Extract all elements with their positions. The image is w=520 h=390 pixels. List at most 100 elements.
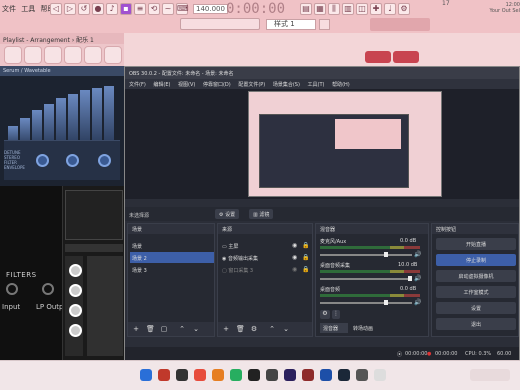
start-streaming-button[interactable]: 开始直播 [436, 238, 516, 250]
virtual-camera-button[interactable]: 启动虚拟摄像机 [436, 270, 516, 282]
speaker-mute-icon[interactable]: 🔊 [414, 275, 421, 282]
visibility-eye-icon[interactable]: ◉ [292, 266, 297, 273]
illustrator-icon[interactable] [284, 369, 296, 381]
transitions-tab[interactable]: 转场动画 [350, 323, 386, 333]
source-settings-button[interactable]: ⚙ 设置 [215, 209, 240, 219]
steam-icon[interactable] [338, 369, 350, 381]
filter-scene-icon[interactable]: ▢ [160, 325, 168, 333]
exit-button[interactable]: 退出 [436, 318, 516, 330]
fl-menu-item[interactable]: 工具 [21, 5, 35, 13]
volume-slider[interactable] [320, 276, 412, 281]
app-icon[interactable] [230, 369, 242, 381]
playlist-area[interactable] [124, 33, 520, 67]
playlist-title-bar[interactable]: Playlist - Arrangement › 配乐 1 [0, 33, 124, 44]
obs-menu-item[interactable]: 视图(V) [178, 82, 195, 88]
pattern-cell[interactable] [84, 46, 102, 64]
metronome-icon[interactable]: ♪ [106, 3, 118, 15]
obs-menu-item[interactable]: 帮助(H) [332, 82, 350, 88]
volume-slider[interactable] [320, 300, 412, 305]
typing-keyboard-icon[interactable]: ⌨ [176, 3, 189, 15]
mixer-settings-icon[interactable]: ⚙ [320, 310, 330, 319]
view-piano-roll-icon[interactable]: ▦ [314, 3, 326, 15]
settings-icon[interactable]: ⚙ [398, 3, 410, 15]
app-icon[interactable] [158, 369, 170, 381]
add-source-icon[interactable]: + [222, 325, 230, 333]
synth-header[interactable]: Serum / Wavetable [0, 66, 124, 76]
speaker-mute-icon[interactable]: 🔊 [414, 299, 421, 306]
scene-item[interactable]: 场景 3 [130, 264, 214, 275]
eq-knob[interactable] [69, 324, 82, 337]
input-knob[interactable] [6, 283, 18, 295]
rewind-button[interactable]: ◁ [50, 3, 62, 15]
wave-icon[interactable]: ~ [162, 3, 174, 15]
source-item[interactable]: ▢ 窗口采集 3 [220, 264, 312, 275]
view-playlist-icon[interactable]: ▤ [300, 3, 312, 15]
scene-item-selected[interactable]: 场景 2 [130, 252, 214, 263]
delete-source-icon[interactable]: 🗑 [236, 325, 245, 333]
undo-icon[interactable]: ↺ [78, 3, 90, 15]
scene-item[interactable]: 场景 [130, 240, 214, 251]
obs-menu-item[interactable]: 配置文件(P) [238, 82, 265, 88]
slot-list[interactable] [65, 190, 123, 240]
system-tray[interactable] [470, 369, 510, 381]
mixer-more-icon[interactable]: ⋮ [332, 310, 340, 319]
obs-menu-item[interactable]: 工具(T) [308, 82, 325, 88]
eq-knob[interactable] [69, 264, 82, 277]
app-icon[interactable] [302, 369, 314, 381]
app-icon[interactable] [194, 369, 206, 381]
move-up-icon[interactable]: ⌃ [178, 325, 186, 333]
move-down-icon[interactable]: ⌄ [192, 325, 200, 333]
app-icon[interactable] [266, 369, 278, 381]
slot-header[interactable] [65, 244, 123, 252]
eq-knob[interactable] [69, 304, 82, 317]
windows-start-icon[interactable] [140, 369, 152, 381]
add-pattern-button[interactable] [319, 19, 330, 30]
pattern-cell[interactable] [4, 46, 22, 64]
lock-icon[interactable]: 🔒 [302, 242, 309, 249]
speaker-mute-icon[interactable]: 🔊 [414, 251, 421, 258]
tempo-display[interactable]: 140.000 [193, 4, 228, 14]
delete-scene-icon[interactable]: 🗑 [146, 325, 155, 333]
app-icon[interactable] [176, 369, 188, 381]
source-item[interactable]: ◉ 音频输出采集 [220, 252, 312, 263]
obs-title-bar[interactable]: OBS 30.0.2 - 配置文件: 未命名 - 场景: 未命名 [125, 67, 519, 79]
record-button[interactable]: ● [92, 3, 104, 15]
app-icon[interactable] [248, 369, 260, 381]
playlist-tool-button[interactable] [365, 51, 391, 63]
pattern-cell[interactable] [44, 46, 62, 64]
stop-recording-button[interactable]: 停止录制 [436, 254, 516, 266]
visibility-eye-icon[interactable]: ◉ [292, 254, 297, 261]
filter-knob[interactable] [98, 154, 111, 167]
lock-icon[interactable]: 🔒 [302, 254, 309, 261]
stereo-knob[interactable] [66, 154, 79, 167]
snap-selector[interactable] [180, 18, 260, 30]
obs-menu-item[interactable]: 停靠窗口(D) [203, 82, 231, 88]
source-properties-icon[interactable]: ⚙ [250, 325, 258, 333]
browser-icon[interactable]: ◫ [356, 3, 368, 15]
obs-menu-item[interactable]: 文件(F) [129, 82, 146, 88]
pattern-cell[interactable] [64, 46, 82, 64]
source-filters-button[interactable]: ▥ 滤镜 [249, 209, 274, 219]
volume-slider[interactable] [320, 252, 412, 257]
visibility-eye-icon[interactable]: ◉ [292, 242, 297, 249]
source-item[interactable]: ▭ 主屏 [220, 240, 312, 251]
mixer-tab[interactable]: 混音器 [320, 323, 348, 333]
tempo-tapper-icon[interactable]: ♩ [384, 3, 396, 15]
settings-button[interactable]: 设置 [436, 302, 516, 314]
move-down-icon[interactable]: ⌄ [282, 325, 290, 333]
studio-mode-button[interactable]: 工作室模式 [436, 286, 516, 298]
obs-menu-item[interactable]: 场景集合(S) [273, 82, 300, 88]
lp-output-knob[interactable] [42, 283, 54, 295]
add-scene-icon[interactable]: + [132, 325, 140, 333]
move-up-icon[interactable]: ⌃ [268, 325, 276, 333]
obs-menu-item[interactable]: 编辑(E) [153, 82, 170, 88]
eq-knob[interactable] [69, 284, 82, 297]
lock-icon[interactable]: 🔒 [302, 266, 309, 273]
app-icon[interactable] [356, 369, 368, 381]
view-mixer-icon[interactable]: ⫼ [328, 3, 340, 15]
song-mode-button[interactable]: ≡ [134, 3, 146, 15]
playlist-tool-button[interactable] [393, 51, 419, 63]
app-icon[interactable] [374, 369, 386, 381]
play-button[interactable]: ▷ [64, 3, 76, 15]
pattern-cell[interactable] [24, 46, 42, 64]
